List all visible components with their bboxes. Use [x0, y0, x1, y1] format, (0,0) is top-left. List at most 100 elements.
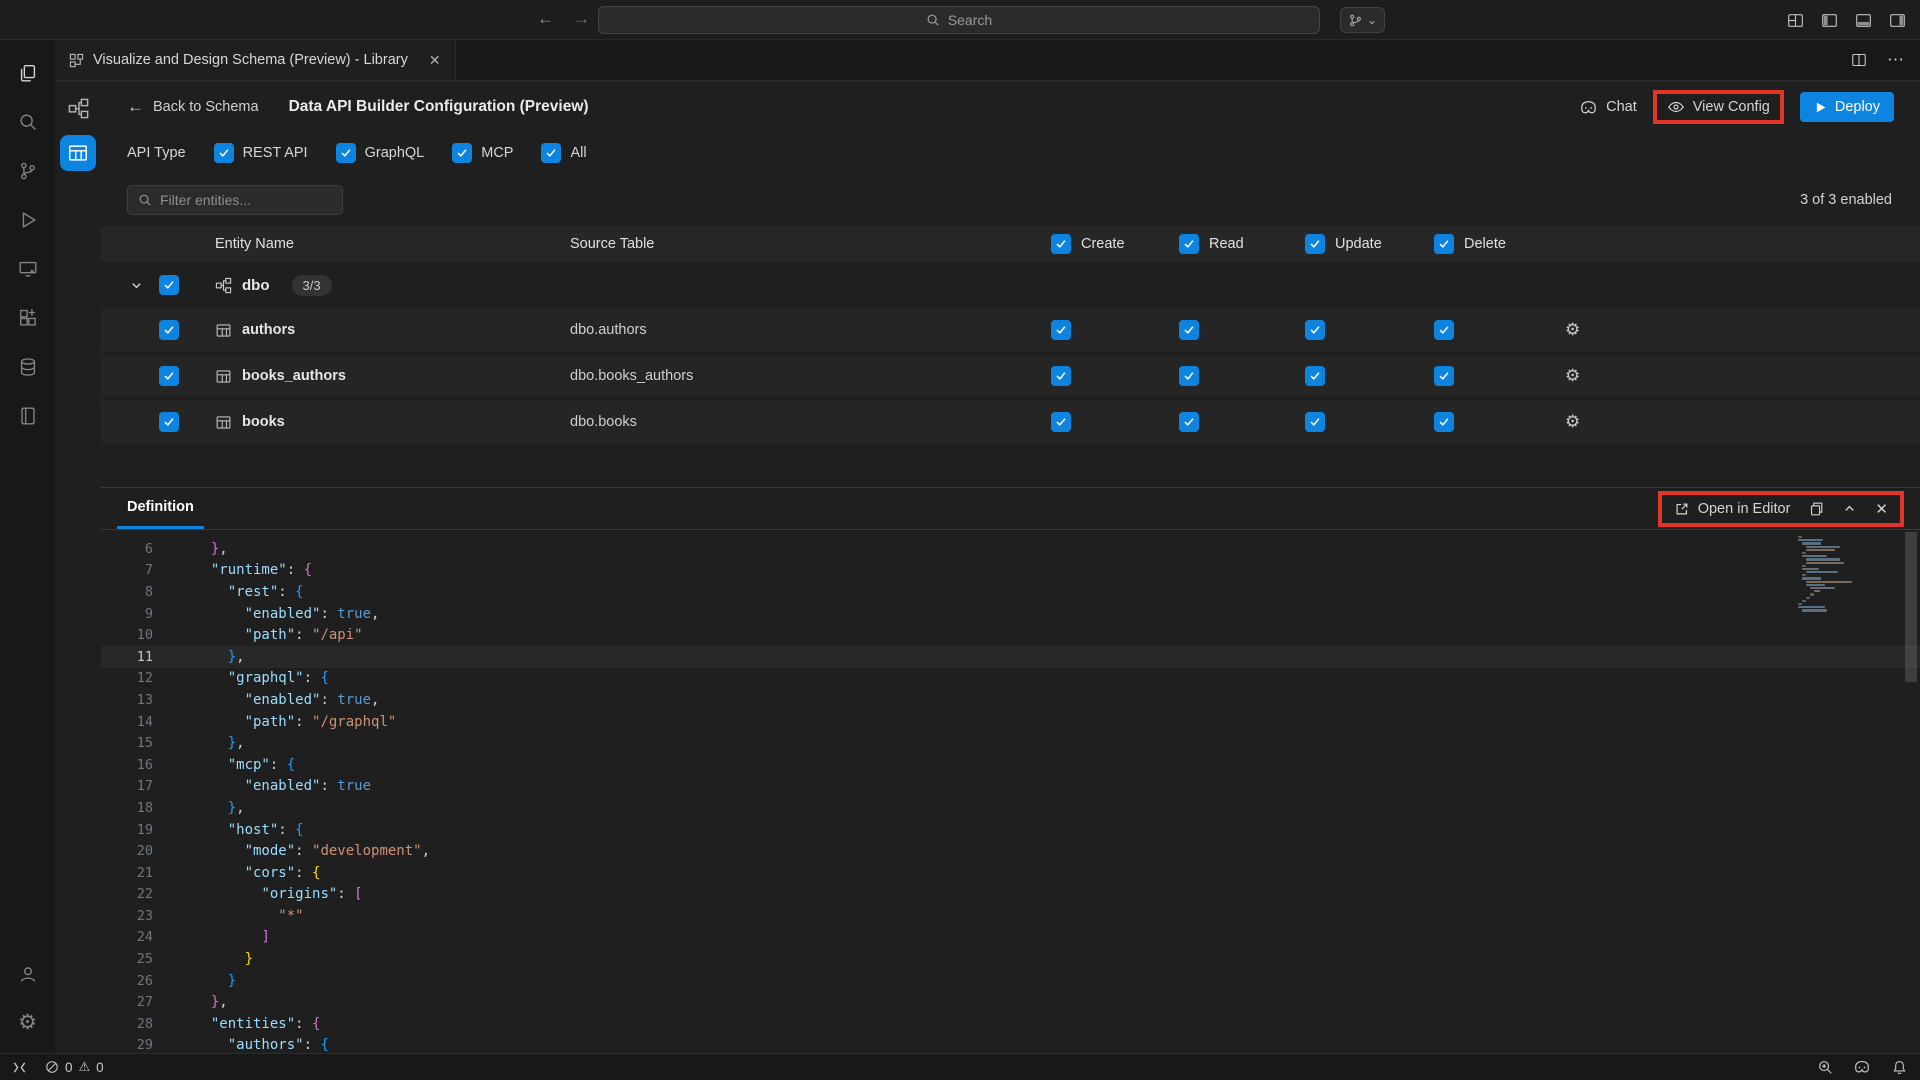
- code-line-14[interactable]: 14 "path": "/graphql": [101, 711, 1920, 733]
- api-type-option-rest-api[interactable]: REST API: [214, 143, 308, 163]
- api-type-option-all[interactable]: All: [541, 143, 586, 163]
- toggle-panel-icon[interactable]: [1855, 12, 1872, 29]
- code-line-15[interactable]: 15 },: [101, 732, 1920, 754]
- schema-group-row-dbo[interactable]: dbo 3/3: [101, 261, 1920, 309]
- history-forward-button[interactable]: →: [573, 9, 590, 29]
- data-api-builder-view-icon[interactable]: [60, 135, 96, 171]
- code-line-24[interactable]: 24 ]: [101, 927, 1920, 949]
- entity-checkbox-books[interactable]: [159, 412, 179, 432]
- code-line-8[interactable]: 8 "rest": {: [101, 581, 1920, 603]
- entity-row-authors[interactable]: authorsdbo.authors⚙: [101, 309, 1920, 351]
- toggle-secondary-sidebar-icon[interactable]: [1889, 12, 1906, 29]
- code-line-19[interactable]: 19 "host": {: [101, 819, 1920, 841]
- definition-code-editor[interactable]: 6 },7 "runtime": {8 "rest": {9 "enabled"…: [101, 530, 1920, 1053]
- command-center-search[interactable]: Search: [598, 6, 1320, 34]
- account-icon[interactable]: [4, 949, 52, 998]
- group-expand-chevron-icon[interactable]: [101, 278, 157, 293]
- code-line-29[interactable]: 29 "authors": {: [101, 1035, 1920, 1053]
- remote-explorer-icon[interactable]: [4, 244, 52, 293]
- entity-settings-gear-icon[interactable]: ⚙: [1565, 412, 1580, 432]
- delete-all-checkbox[interactable]: [1434, 234, 1454, 254]
- code-line-28[interactable]: 28 "entities": {: [101, 1013, 1920, 1035]
- search-view-icon[interactable]: [4, 97, 52, 146]
- close-panel-icon[interactable]: ✕: [1875, 500, 1888, 518]
- copy-icon[interactable]: [1808, 501, 1824, 517]
- minimap[interactable]: [1794, 536, 1892, 613]
- read-checkbox-authors[interactable]: [1179, 320, 1199, 340]
- code-line-10[interactable]: 10 "path": "/api": [101, 624, 1920, 646]
- copilot-status-icon[interactable]: [1853, 1058, 1871, 1076]
- update-checkbox-authors[interactable]: [1305, 320, 1325, 340]
- update-checkbox-books_authors[interactable]: [1305, 366, 1325, 386]
- explorer-icon[interactable]: [4, 48, 52, 97]
- back-to-schema-button[interactable]: ← Back to Schema: [127, 97, 259, 117]
- entity-row-books[interactable]: booksdbo.books⚙: [101, 401, 1920, 443]
- entity-row-books_authors[interactable]: books_authorsdbo.books_authors⚙: [101, 355, 1920, 397]
- create-all-checkbox[interactable]: [1051, 234, 1071, 254]
- source-control-icon[interactable]: [4, 146, 52, 195]
- notebook-icon[interactable]: [4, 391, 52, 440]
- tab-close-icon[interactable]: ✕: [429, 52, 441, 69]
- read-checkbox-books[interactable]: [1179, 412, 1199, 432]
- create-checkbox-books[interactable]: [1051, 412, 1071, 432]
- database-icon[interactable]: [4, 342, 52, 391]
- update-checkbox-books[interactable]: [1305, 412, 1325, 432]
- api-type-checkbox-2[interactable]: [452, 143, 472, 163]
- open-in-editor-button[interactable]: Open in Editor: [1674, 501, 1791, 517]
- toggle-primary-sidebar-icon[interactable]: [1821, 12, 1838, 29]
- entity-checkbox-books_authors[interactable]: [159, 366, 179, 386]
- read-all-checkbox[interactable]: [1179, 234, 1199, 254]
- read-checkbox-books_authors[interactable]: [1179, 366, 1199, 386]
- delete-checkbox-books_authors[interactable]: [1434, 366, 1454, 386]
- code-line-17[interactable]: 17 "enabled": true: [101, 776, 1920, 798]
- code-line-12[interactable]: 12 "graphql": {: [101, 668, 1920, 690]
- problems-indicator[interactable]: 0 ⚠ 0: [45, 1059, 104, 1075]
- code-line-7[interactable]: 7 "runtime": {: [101, 560, 1920, 582]
- code-line-22[interactable]: 22 "origins": [: [101, 884, 1920, 906]
- definition-tab[interactable]: Definition: [117, 488, 204, 529]
- tab-visualize-design-schema[interactable]: Visualize and Design Schema (Preview) - …: [55, 40, 456, 80]
- notifications-bell-icon[interactable]: [1891, 1059, 1908, 1076]
- api-type-option-graphql[interactable]: GraphQL: [336, 143, 425, 163]
- extensions-icon[interactable]: [4, 293, 52, 342]
- settings-gear-icon[interactable]: ⚙: [4, 998, 52, 1047]
- create-checkbox-books_authors[interactable]: [1051, 366, 1071, 386]
- split-editor-icon[interactable]: [1851, 52, 1867, 68]
- code-line-16[interactable]: 16 "mcp": {: [101, 754, 1920, 776]
- code-line-6[interactable]: 6 },: [101, 538, 1920, 560]
- editor-actions-ellipsis-icon[interactable]: ⋯: [1887, 50, 1904, 70]
- filter-entities-input[interactable]: [160, 192, 332, 208]
- code-line-9[interactable]: 9 "enabled": true,: [101, 603, 1920, 625]
- code-line-21[interactable]: 21 "cors": {: [101, 862, 1920, 884]
- code-line-25[interactable]: 25 }: [101, 948, 1920, 970]
- history-back-button[interactable]: ←: [537, 9, 554, 29]
- run-debug-icon[interactable]: [4, 195, 52, 244]
- code-line-23[interactable]: 23 "*": [101, 905, 1920, 927]
- create-checkbox-authors[interactable]: [1051, 320, 1071, 340]
- deploy-button[interactable]: Deploy: [1800, 92, 1894, 122]
- entity-settings-gear-icon[interactable]: ⚙: [1565, 366, 1580, 386]
- code-line-18[interactable]: 18 },: [101, 797, 1920, 819]
- view-config-button[interactable]: View Config: [1667, 98, 1770, 116]
- code-line-27[interactable]: 27 },: [101, 991, 1920, 1013]
- branch-dropdown-button[interactable]: ⌄: [1340, 7, 1385, 33]
- zoom-indicator-icon[interactable]: [1817, 1059, 1833, 1075]
- delete-checkbox-books[interactable]: [1434, 412, 1454, 432]
- remote-indicator[interactable]: [12, 1060, 27, 1075]
- api-type-checkbox-1[interactable]: [336, 143, 356, 163]
- editor-scrollbar[interactable]: [1905, 532, 1917, 682]
- group-checkbox-dbo[interactable]: [159, 275, 179, 295]
- entity-settings-gear-icon[interactable]: ⚙: [1565, 320, 1580, 340]
- customize-layout-icon[interactable]: [1787, 12, 1804, 29]
- schema-diagram-view-icon[interactable]: [67, 97, 90, 120]
- api-type-checkbox-3[interactable]: [541, 143, 561, 163]
- entity-checkbox-authors[interactable]: [159, 320, 179, 340]
- delete-checkbox-authors[interactable]: [1434, 320, 1454, 340]
- code-line-20[interactable]: 20 "mode": "development",: [101, 840, 1920, 862]
- collapse-panel-chevron-up-icon[interactable]: [1842, 501, 1857, 516]
- code-line-11[interactable]: 11 },: [101, 646, 1920, 668]
- code-line-26[interactable]: 26 }: [101, 970, 1920, 992]
- update-all-checkbox[interactable]: [1305, 234, 1325, 254]
- api-type-checkbox-0[interactable]: [214, 143, 234, 163]
- chat-button[interactable]: Chat: [1579, 98, 1637, 117]
